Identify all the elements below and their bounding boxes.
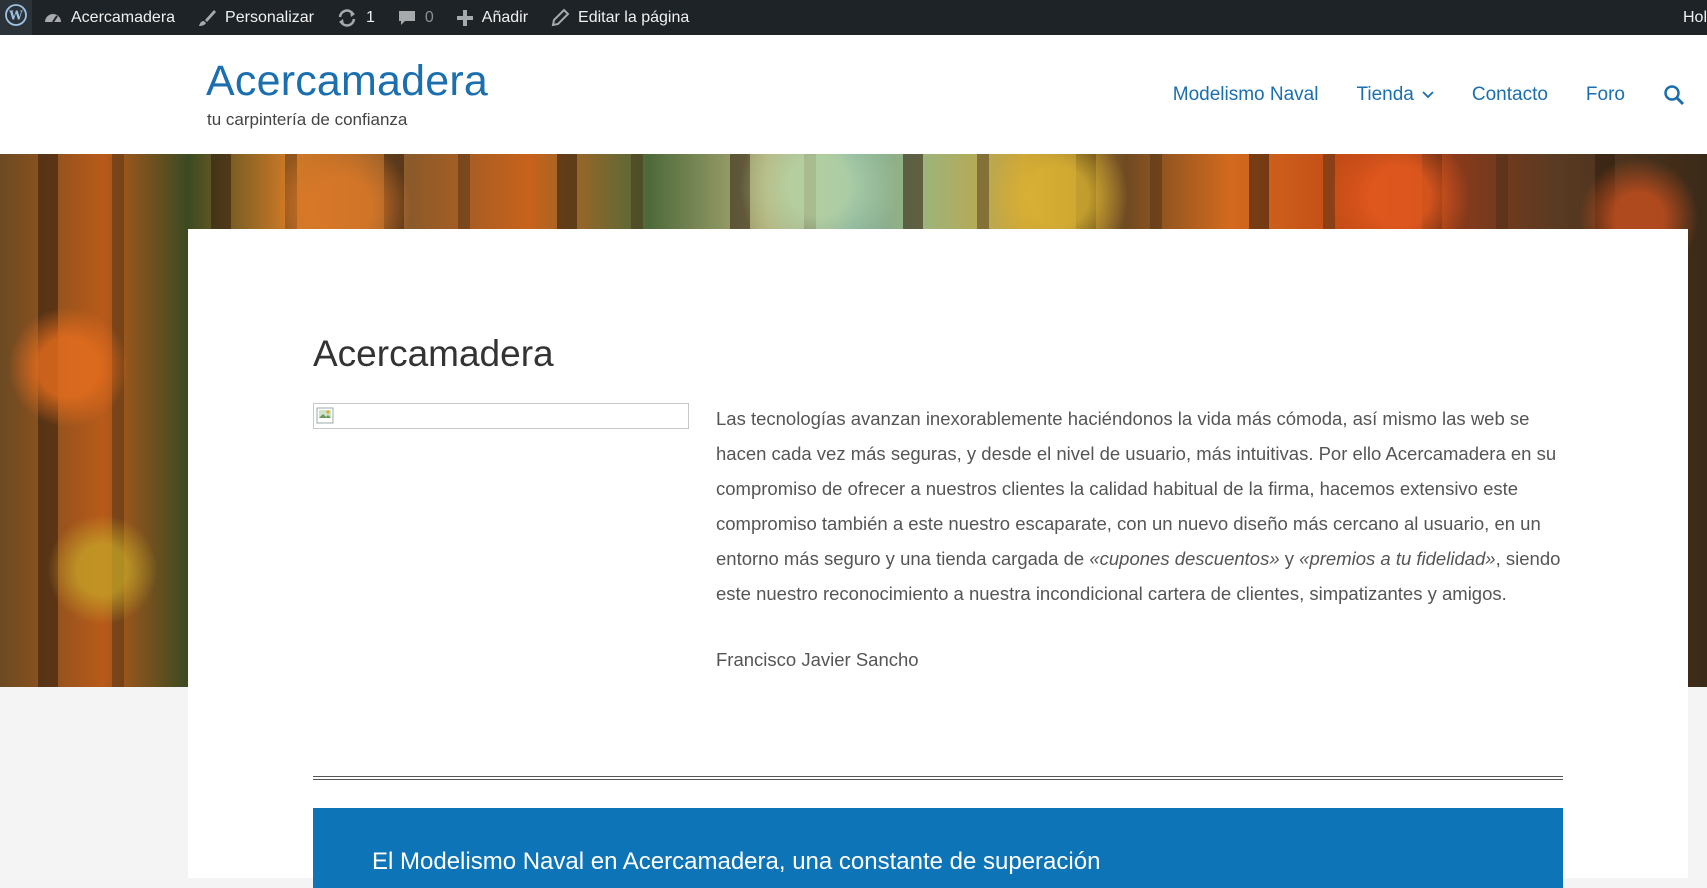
account-button[interactable]: Hol xyxy=(1677,0,1707,35)
nav-item-foro[interactable]: Foro xyxy=(1586,84,1625,106)
svg-text:W: W xyxy=(8,9,23,23)
nav-item-tienda[interactable]: Tienda xyxy=(1356,83,1434,106)
content-card: Acercamadera Las tecnologías avanzan ine… xyxy=(188,229,1688,888)
nav-label: Contacto xyxy=(1471,83,1548,105)
customize-button[interactable]: Personalizar xyxy=(186,0,325,35)
add-new-label: Añadir xyxy=(481,8,529,26)
site-header: Acercamadera tu carpintería de confianza… xyxy=(0,35,1707,154)
site-name-label: Acercamadera xyxy=(71,8,176,26)
site-title-link[interactable]: Acercamadera xyxy=(206,57,488,106)
admin-bar: W Acercamadera Personalizar 1 0 Añadir E… xyxy=(0,0,1707,35)
section-heading: El Modelismo Naval en Acercamadera, una … xyxy=(372,848,1101,875)
nav-label: Tienda xyxy=(1356,83,1414,105)
broken-image-placeholder xyxy=(313,403,689,429)
search-icon[interactable] xyxy=(1663,84,1685,106)
updates-button[interactable]: 1 xyxy=(325,0,386,35)
comments-button[interactable]: 0 xyxy=(386,0,445,35)
edit-page-label: Editar la página xyxy=(578,8,690,26)
main-navigation: Modelismo Naval Tienda Contacto Foro xyxy=(1173,35,1707,154)
chevron-down-icon[interactable] xyxy=(1422,90,1434,99)
intro-text: y xyxy=(1279,548,1300,569)
updates-count: 1 xyxy=(365,8,375,26)
nav-label: Modelismo Naval xyxy=(1172,83,1319,105)
signature: Francisco Javier Sancho xyxy=(716,649,919,670)
section-divider xyxy=(313,776,1563,780)
updates-icon xyxy=(336,8,358,28)
comment-icon xyxy=(397,8,417,28)
nav-item-contacto[interactable]: Contacto xyxy=(1472,84,1548,106)
plus-icon xyxy=(456,9,474,27)
pencil-icon xyxy=(550,8,570,28)
site-tagline: tu carpintería de confianza xyxy=(207,110,408,129)
wordpress-icon: W xyxy=(5,4,27,31)
brush-icon xyxy=(197,8,217,28)
nav-item-modelismo-naval[interactable]: Modelismo Naval xyxy=(1173,84,1319,106)
broken-image-icon xyxy=(316,406,336,426)
edit-page-button[interactable]: Editar la página xyxy=(539,0,700,35)
customize-label: Personalizar xyxy=(225,8,314,26)
wordpress-logo-button[interactable]: W xyxy=(0,0,32,35)
intro-emphasis-coupons: «cupones descuentos» xyxy=(1089,548,1280,569)
dashboard-icon xyxy=(43,8,63,28)
greeting-label: Hol xyxy=(1682,8,1707,26)
modelismo-section-banner: El Modelismo Naval en Acercamadera, una … xyxy=(313,808,1563,888)
nav-label: Foro xyxy=(1585,83,1625,105)
site-name-button[interactable]: Acercamadera xyxy=(32,0,186,35)
intro-text: Las tecnologías avanzan inexorablemente … xyxy=(716,408,1557,569)
intro-paragraph: Las tecnologías avanzan inexorablemente … xyxy=(716,401,1564,611)
page-title: Acercamadera xyxy=(313,333,554,374)
comments-count: 0 xyxy=(424,8,434,26)
intro-emphasis-rewards: «premios a tu fidelidad» xyxy=(1299,548,1496,569)
add-new-button[interactable]: Añadir xyxy=(445,0,539,35)
